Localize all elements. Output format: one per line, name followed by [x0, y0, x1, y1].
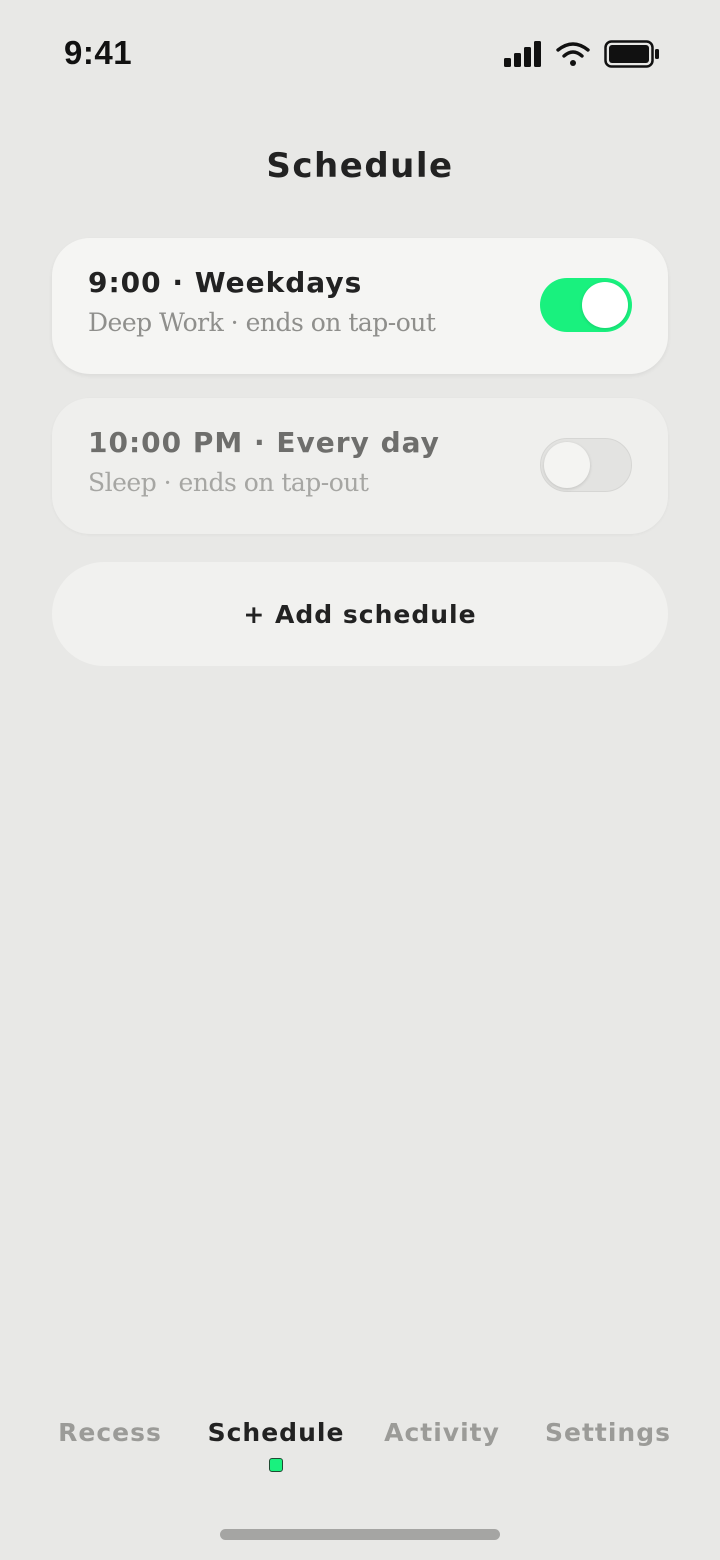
toggle-knob: [544, 442, 590, 488]
wifi-icon: [556, 42, 590, 66]
schedule-card[interactable]: 10:00 PM · Every day Sleep · ends on tap…: [52, 398, 668, 534]
signal-icon: [504, 41, 541, 67]
add-schedule-button[interactable]: + Add schedule: [52, 562, 668, 666]
tab-bar: Recess Schedule Activity Settings: [0, 1410, 720, 1490]
tab-recess[interactable]: Recess: [58, 1418, 162, 1447]
battery-icon: [604, 40, 659, 68]
schedule-title: 9:00 · Weekdays: [88, 266, 363, 299]
toggle-knob: [582, 282, 628, 328]
home-indicator: [220, 1529, 500, 1540]
status-bar: 9:41: [0, 0, 720, 108]
schedule-subtitle: Sleep · ends on tap-out: [88, 468, 369, 497]
page-title: Schedule: [266, 146, 454, 186]
schedule-card[interactable]: 9:00 · Weekdays Deep Work · ends on tap-…: [52, 238, 668, 374]
tab-settings[interactable]: Settings: [545, 1418, 671, 1447]
tab-schedule[interactable]: Schedule: [208, 1418, 345, 1447]
schedule-title: 10:00 PM · Every day: [88, 426, 440, 459]
status-icons: [504, 40, 660, 68]
schedule-toggle[interactable]: [540, 438, 632, 492]
status-time: 9:41: [64, 34, 133, 71]
tab-activity[interactable]: Activity: [384, 1418, 500, 1447]
schedule-toggle[interactable]: [540, 278, 632, 332]
schedule-subtitle: Deep Work · ends on tap-out: [88, 308, 436, 337]
active-tab-indicator: [269, 1458, 283, 1472]
